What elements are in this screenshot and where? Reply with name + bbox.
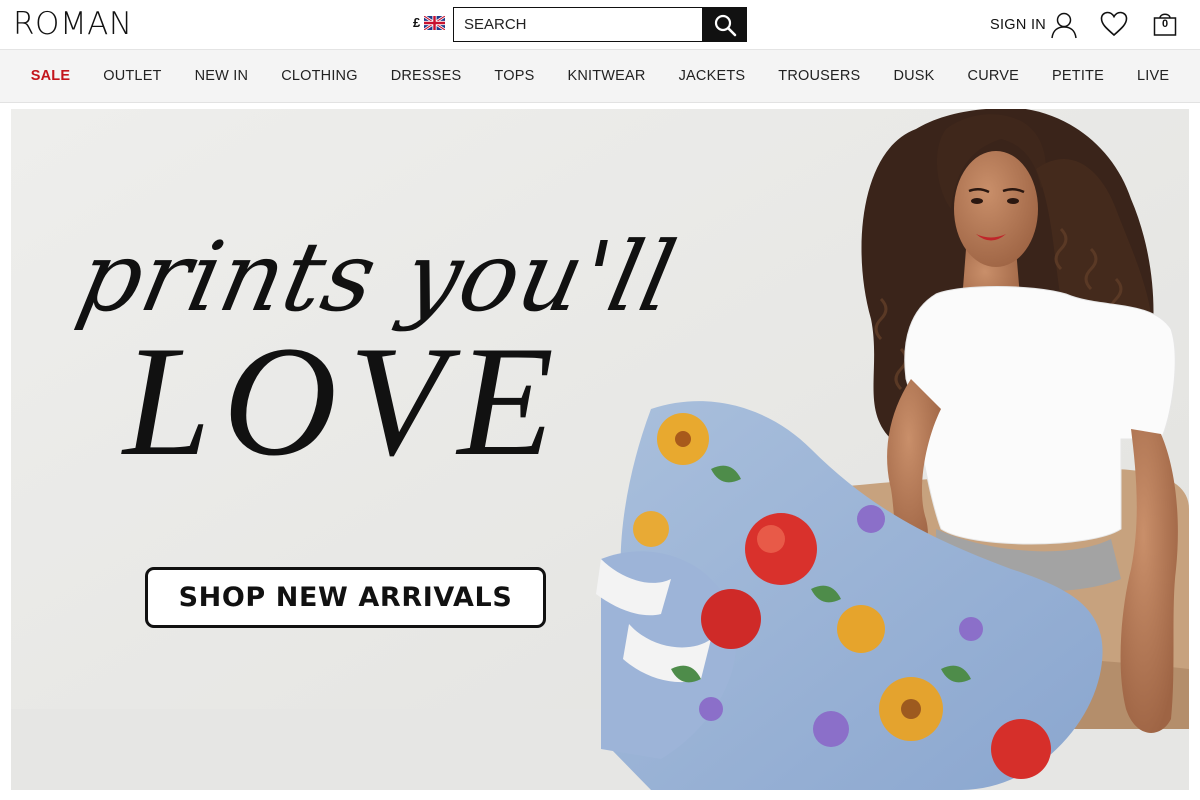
user-icon: [1051, 12, 1077, 39]
nav-item-new-in[interactable]: NEW IN: [178, 68, 265, 84]
main-navigation: SALE OUTLET NEW IN CLOTHING DRESSES TOPS KNITW…: [0, 50, 1200, 103]
nav-item-clothing[interactable]: CLOTHING: [265, 68, 375, 84]
currency-selector[interactable]: £: [413, 15, 446, 30]
search-icon: [714, 14, 736, 36]
site-header: ROMAN £ SIGN IN 0: [0, 0, 1200, 50]
nav-item-jackets[interactable]: JACKETS: [662, 68, 762, 84]
heart-icon: [1100, 11, 1128, 37]
nav-list: SALE OUTLET NEW IN CLOTHING DRESSES TOPS KNITW…: [14, 68, 1186, 84]
nav-item-live[interactable]: LIVE: [1121, 68, 1186, 84]
brand-logo[interactable]: ROMAN: [13, 6, 133, 42]
nav-item-petite[interactable]: PETITE: [1036, 68, 1121, 84]
currency-symbol: £: [413, 15, 421, 30]
nav-item-curve[interactable]: CURVE: [951, 68, 1036, 84]
bag-count-badge: 0: [1161, 18, 1169, 30]
hero-banner[interactable]: prints you'll LOVE SHOP NEW ARRIVALS: [11, 109, 1189, 790]
search-button[interactable]: [702, 7, 747, 42]
nav-item-trousers[interactable]: TROUSERS: [762, 68, 877, 84]
uk-flag-icon: [424, 15, 446, 30]
nav-item-dresses[interactable]: DRESSES: [374, 68, 478, 84]
shop-new-arrivals-button[interactable]: SHOP NEW ARRIVALS: [145, 567, 546, 628]
nav-item-tops[interactable]: TOPS: [478, 68, 551, 84]
sign-in-link[interactable]: SIGN IN: [990, 11, 1078, 39]
hero-headline: LOVE: [123, 314, 566, 489]
nav-item-sale[interactable]: SALE: [14, 68, 86, 84]
sign-in-label: SIGN IN: [990, 17, 1047, 33]
nav-item-knitwear[interactable]: KNITWEAR: [551, 68, 662, 84]
wishlist-button[interactable]: [1100, 11, 1128, 42]
shopping-bag-button[interactable]: 0: [1152, 11, 1178, 37]
search-input[interactable]: [453, 7, 703, 42]
nav-item-outlet[interactable]: OUTLET: [87, 68, 178, 84]
nav-item-dusk[interactable]: DUSK: [877, 68, 951, 84]
